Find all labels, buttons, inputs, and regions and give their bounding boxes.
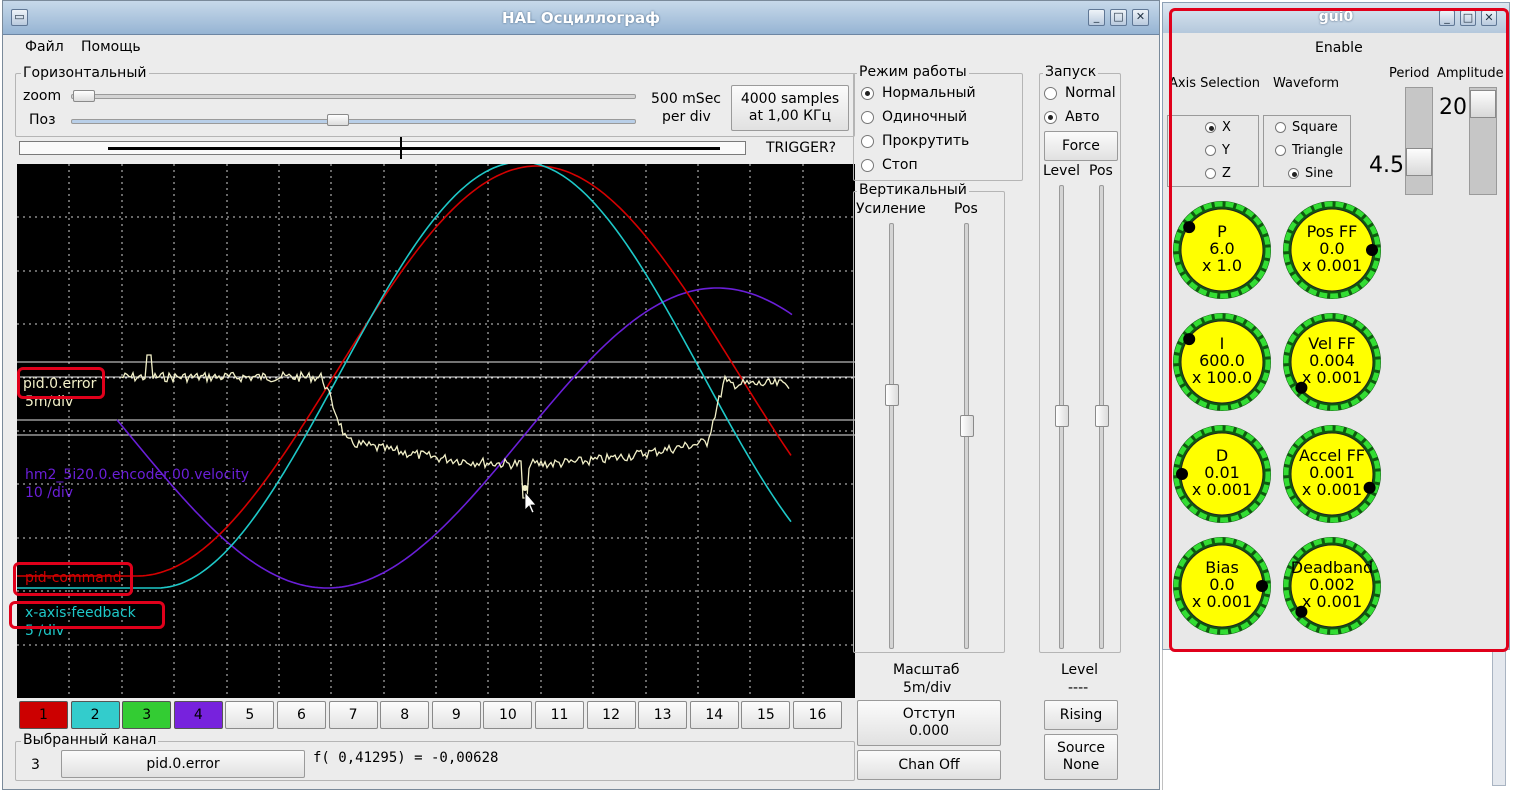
channel-button-14[interactable]: 14 [689,701,739,729]
trigger-level-caption: Level [1061,662,1098,678]
trace-label-velocity[interactable]: hm2_5i20.0.encoder.00.velocity [25,467,249,483]
channel-button-2[interactable]: 2 [70,701,120,729]
highlight-feedback-label [9,601,165,629]
horizontal-group-label: Горизонтальный [21,65,149,81]
window-title: HAL Осциллограф [501,9,661,27]
channel-button-4[interactable]: 4 [173,701,223,729]
channel-button-11[interactable]: 11 [535,701,584,729]
chan-off-button[interactable]: Chan Off [857,750,1001,780]
vertical-group-label: Вертикальный [857,182,969,198]
gain-slider-thumb[interactable] [885,384,899,406]
cursor-point [522,485,528,491]
zoom-slider[interactable] [71,94,636,99]
halscope-window: ▭ HAL Осциллограф _ □ ✕ Файл Помощь Гори… [2,0,1160,790]
channel-button-6[interactable]: 6 [277,701,326,729]
trigger-group-label: Запуск [1043,64,1099,80]
trigger-source-line1: Source [1056,740,1106,756]
offset-label: Отступ [902,706,956,722]
zoom-label: zoom [23,88,62,104]
pos-slider[interactable] [71,119,636,124]
offset-value: 0.000 [908,723,950,739]
channel-button-16[interactable]: 16 [793,701,842,729]
channel-button-7[interactable]: 7 [328,701,378,729]
rate-line2: per div [662,109,711,125]
vertical-group [853,191,1005,653]
trigger-level-label: Level [1043,163,1080,179]
scale-value: 5m/div [903,680,952,696]
highlight-gui0 [1169,8,1509,652]
menu-file[interactable]: Файл [25,39,64,55]
channel-button-13[interactable]: 13 [638,701,688,729]
highlight-command-label [13,562,133,596]
vertical-pos-slider-thumb[interactable] [960,415,974,437]
gain-slider[interactable] [889,223,894,649]
channel-button-12[interactable]: 12 [586,701,636,729]
velocity-trace [116,287,793,589]
channel-button-9[interactable]: 9 [431,701,481,729]
run-mode-normal[interactable]: Нормальный [861,85,976,101]
selected-channel-label: Выбранный канал [21,732,159,748]
channel-button-10[interactable]: 10 [483,701,533,729]
run-mode-single[interactable]: Одиночный [861,109,967,125]
channel-button-15[interactable]: 15 [741,701,791,729]
feedback-trace [17,161,792,589]
run-mode-label: Режим работы [857,64,969,80]
trigger-level-slider-thumb[interactable] [1055,405,1069,427]
force-button[interactable]: Force [1044,131,1118,161]
background-window [1162,650,1510,790]
gain-label: Усиление [856,201,926,217]
run-mode-stop[interactable]: Стоп [861,157,918,173]
samples-button[interactable]: 4000 samples at 1,00 КГц [731,85,849,131]
radio-icon [1044,110,1057,124]
close-icon[interactable]: ✕ [1132,9,1149,26]
horizontal-group [15,73,855,137]
trigger-pos-label: Pos [1089,163,1113,179]
pos-label: Поз [29,112,56,128]
channel-button-8[interactable]: 8 [380,701,430,729]
minimize-icon[interactable]: _ [1088,9,1105,26]
pos-slider-thumb[interactable] [327,114,349,126]
vertical-pos-label: Pos [954,201,978,217]
rate-line1: 500 mSec [651,91,722,107]
radio-icon [861,110,874,124]
title-bar[interactable]: ▭ HAL Осциллограф _ □ ✕ [3,1,1159,35]
run-mode-roll[interactable]: Прокрутить [861,133,969,149]
trigger-auto[interactable]: Авто [1044,109,1100,125]
mouse-pointer-icon [524,490,537,514]
trigger-normal[interactable]: Normal [1044,85,1116,101]
trace-scale-velocity: 10 /div [25,485,74,501]
trigger-source-line2: None [1062,757,1100,773]
samples-line1: 4000 samples [740,91,840,107]
cursor-readout: f( 0,41295) = -0,00628 [313,750,499,766]
command-trace [17,165,792,577]
scale-label: Масштаб [893,662,960,678]
trigger-level-value: ---- [1068,680,1089,696]
radio-icon [861,134,874,148]
trigger-status: TRIGGER? [766,140,837,156]
samples-line2: at 1,00 КГц [748,108,832,124]
menu-help[interactable]: Помощь [81,39,141,55]
record-position-bar [19,137,746,159]
highlight-error-label [17,367,105,399]
selected-channel-name-button[interactable]: pid.0.error [61,750,305,778]
offset-button[interactable]: Отступ 0.000 [857,700,1001,746]
trigger-source-button[interactable]: Source None [1044,734,1118,780]
channel-button-5[interactable]: 5 [225,701,275,729]
zoom-slider-thumb[interactable] [73,90,95,102]
radio-icon [1044,86,1057,100]
channel-button-3[interactable]: 3 [122,701,172,729]
radio-icon [861,158,874,172]
selected-channel-number: 3 [31,757,40,773]
radio-icon [861,86,874,100]
maximize-icon[interactable]: □ [1110,9,1127,26]
trigger-pos-slider-thumb[interactable] [1095,405,1109,427]
trigger-edge-button[interactable]: Rising [1044,700,1118,730]
background-scrollbar[interactable] [1492,650,1506,786]
channel-button-1[interactable]: 1 [19,701,68,729]
record-extent [108,147,720,150]
trigger-position-marker [400,137,402,159]
